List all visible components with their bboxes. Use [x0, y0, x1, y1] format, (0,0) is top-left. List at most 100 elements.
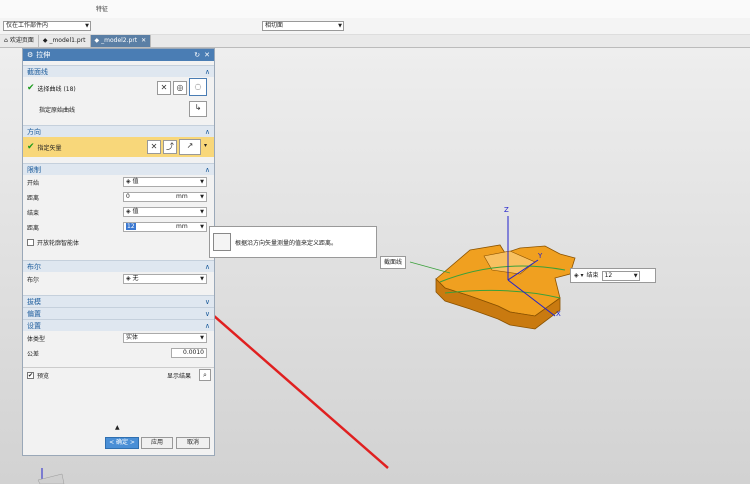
boolean-row: 布尔 ◈ 无 ▼: [23, 272, 214, 287]
curve-rule-value: 相切面: [265, 22, 284, 29]
draft-header[interactable]: 拔模 ∨: [23, 295, 214, 307]
curve-rule-icon[interactable]: ✕: [157, 81, 171, 95]
chevron-up-icon: ∧: [204, 165, 210, 174]
end-distance-input[interactable]: 12 mm ▼: [123, 222, 207, 232]
body-type-row: 体类型 实体 ▼: [23, 331, 214, 346]
body-type-value: 实体: [126, 334, 139, 341]
preview-checkbox[interactable]: ✔: [27, 371, 34, 379]
tab-model1[interactable]: ◆ _model1.prt: [39, 35, 91, 47]
open-profile-row[interactable]: 开放轮廓智能体: [23, 235, 214, 250]
tolerance-row: 公差 0.0010: [23, 346, 214, 361]
body-type-select[interactable]: 实体 ▼: [123, 333, 207, 343]
ok-label: < 确定 >: [109, 439, 135, 446]
gear-icon: ⚙: [27, 51, 34, 59]
scope-select[interactable]: 仅在工作部件内 ▼: [3, 21, 91, 31]
reset-icon[interactable]: ↻: [194, 51, 200, 59]
document-tabs: ⌂ 欢迎页面 ◆ _model1.prt ◆ _model2.prt ✕: [0, 35, 750, 48]
home-icon: ⌂: [4, 37, 8, 44]
distance-tooltip: 根据沿方向矢量测量的值来定义距离。: [209, 226, 377, 258]
end-unit: mm: [176, 223, 188, 230]
start-distance-value: 0: [126, 193, 130, 200]
end-distance-value: 12: [126, 223, 136, 230]
close-icon[interactable]: ✕: [141, 35, 146, 47]
feature-group-label: 特征: [96, 6, 109, 13]
dialog-titlebar: ⚙ 拉伸 ↻ ✕: [23, 49, 214, 61]
cancel-label: 取消: [186, 439, 199, 446]
tooltip-text: 根据沿方向矢量测量的值来定义距离。: [235, 239, 338, 247]
tab-model2[interactable]: ◆ _model2.prt ✕: [90, 35, 152, 47]
tolerance-label: 公差: [27, 351, 40, 358]
sketch-icon[interactable]: ◎: [173, 81, 187, 95]
end-distance-row: 距离 12 mm ▼: [23, 220, 214, 235]
offset-header[interactable]: 偏置 ∨: [23, 307, 214, 319]
start-distance-label: 距离: [27, 195, 40, 202]
boolean-title: 布尔: [27, 262, 41, 271]
select-curve-row[interactable]: ✔ 选择曲线 (18) ✕ ◎ ◌: [23, 77, 214, 99]
axis-label-z: Z: [504, 206, 509, 214]
apply-label: 应用: [150, 439, 163, 446]
apply-button[interactable]: 应用: [141, 437, 173, 449]
section-curve-callout: 截面线: [380, 256, 407, 269]
preview-label: 预览: [37, 372, 50, 380]
end-distance-label: 距离: [27, 225, 40, 232]
section-curve-header[interactable]: 截面线 ∧: [23, 65, 214, 77]
tab-model2-label: _model2.prt: [101, 37, 138, 44]
end-callout-value: 12: [604, 271, 613, 279]
origin-curve-icon[interactable]: ↳: [189, 101, 207, 117]
open-profile-checkbox[interactable]: [27, 239, 34, 246]
end-distance-callout[interactable]: ◈ ▾ 结束 12 ▼: [570, 268, 656, 283]
cube-icon: [213, 233, 231, 251]
section-select-icon[interactable]: ◌: [189, 78, 207, 96]
chevron-down-icon: ∨: [204, 297, 210, 306]
tab-welcome[interactable]: ⌂ 欢迎页面: [0, 35, 39, 47]
start-row: 开始 ◈ 值 ▼: [23, 175, 214, 190]
show-result-icon[interactable]: ⌕: [199, 369, 211, 381]
open-profile-label: 开放轮廓智能体: [37, 240, 80, 247]
end-callout-input[interactable]: 12 ▼: [601, 270, 640, 281]
checkmark-icon: ✔: [27, 142, 35, 152]
end-option: 值: [132, 208, 139, 215]
tab-model1-label: _model1.prt: [49, 37, 86, 44]
specify-vector-row[interactable]: ✔ 指定矢量 ✕ ⤴ ↗ ▾: [23, 137, 214, 157]
close-icon[interactable]: ✕: [204, 51, 210, 59]
scope-select-value: 仅在工作部件内: [6, 22, 49, 29]
dialog-title: 拉伸: [36, 51, 51, 59]
end-row: 结束 ◈ 值 ▼: [23, 205, 214, 220]
limits-title: 限制: [27, 165, 41, 174]
section-callout-label: 截面线: [384, 259, 403, 266]
direction-title: 方向: [27, 127, 41, 136]
vector-dialog-icon[interactable]: ⤴: [163, 140, 177, 154]
specify-vector-label: 指定矢量: [37, 144, 62, 152]
limits-header[interactable]: 限制 ∧: [23, 163, 214, 175]
end-select[interactable]: ◈ 值 ▼: [123, 207, 207, 217]
section-curve-title: 截面线: [27, 67, 48, 76]
value-type-icon[interactable]: ◈ ▾: [574, 270, 584, 281]
collapse-icon[interactable]: ▲: [115, 424, 120, 431]
tab-welcome-label: 欢迎页面: [9, 37, 34, 44]
cancel-button[interactable]: 取消: [176, 437, 210, 449]
draft-title: 拔模: [27, 297, 41, 306]
settings-header[interactable]: 设置 ∧: [23, 319, 214, 331]
tolerance-value: 0.0010: [183, 349, 204, 356]
origin-curve-row[interactable]: 指定原始曲线 ↳: [23, 99, 214, 119]
chevron-up-icon: ∧: [204, 67, 210, 76]
boolean-select[interactable]: ◈ 无 ▼: [123, 274, 207, 284]
start-select[interactable]: ◈ 值 ▼: [123, 177, 207, 187]
end-callout-label: 结束: [586, 272, 599, 279]
selection-toolbar: 仅在工作部件内▼ ▽ ▣ ✎ ↖ ⚬ ⊿ ✢ ⊗ ▦ ▨ 相切面▼ ╱ ⊕ ╱ …: [0, 18, 750, 48]
tolerance-input[interactable]: 0.0010: [171, 348, 207, 358]
direction-header[interactable]: 方向 ∧: [23, 125, 214, 137]
top-toolbar: 特征: [0, 0, 750, 18]
vector-type-icon[interactable]: ↗: [179, 139, 201, 155]
boolean-header[interactable]: 布尔 ∧: [23, 260, 214, 272]
chevron-down-icon[interactable]: ▾: [204, 142, 207, 149]
ok-button[interactable]: < 确定 >: [105, 437, 139, 449]
part-icon: ◆: [94, 37, 100, 44]
boolean-label: 布尔: [27, 277, 40, 284]
body-type-label: 体类型: [27, 336, 46, 343]
start-option: 值: [132, 178, 139, 185]
reverse-direction-icon[interactable]: ✕: [147, 140, 161, 154]
start-label: 开始: [27, 180, 40, 187]
start-distance-input[interactable]: 0 mm ▼: [123, 192, 207, 202]
curve-rule-select[interactable]: 相切面 ▼: [262, 21, 344, 31]
